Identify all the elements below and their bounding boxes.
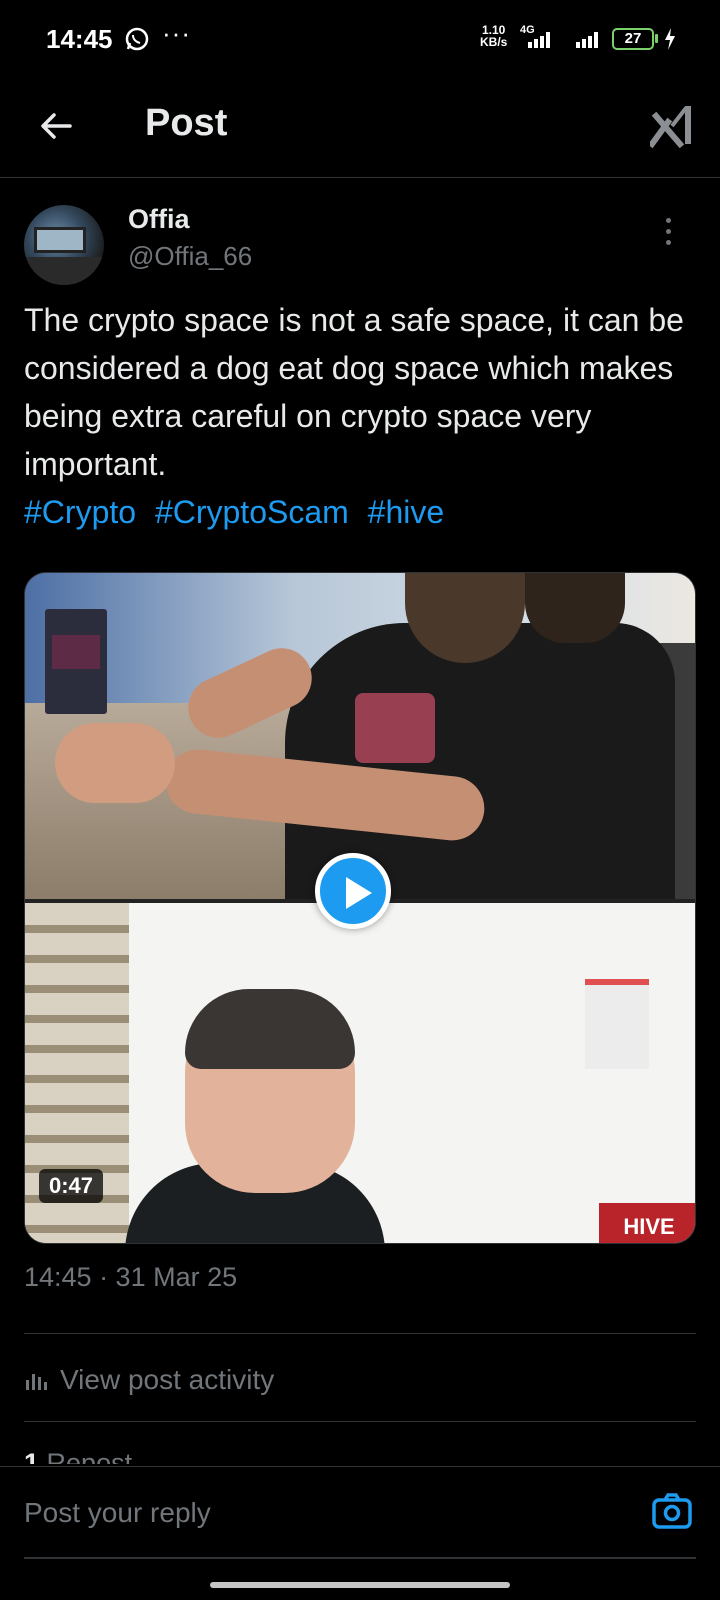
video-frame-bottom: HIVE (25, 903, 695, 1243)
post-timestamp: 14:45 · 31 Mar 25 (24, 1262, 238, 1292)
battery-icon (655, 34, 658, 43)
home-indicator[interactable] (210, 1582, 510, 1588)
hashtag-link[interactable]: #Crypto (24, 494, 136, 530)
more-options-icon[interactable] (660, 218, 676, 254)
divider (24, 1333, 696, 1334)
more-notifications-icon: ··· (162, 18, 191, 48)
whatsapp-icon (125, 27, 149, 51)
network-speed: 1.10 KB/s (480, 23, 508, 49)
author-handle[interactable]: @Offia_66 (128, 241, 252, 272)
reply-input[interactable]: Post your reply (24, 1497, 211, 1529)
back-arrow-icon[interactable] (34, 104, 78, 148)
signal-icon (576, 32, 598, 48)
hashtag-link[interactable]: #hive (368, 494, 445, 530)
video-player[interactable]: HIVE 0:47 (24, 572, 696, 1244)
reposts-count[interactable]: 1 Repost (24, 1448, 132, 1464)
post-text: The crypto space is not a safe space, it… (24, 302, 684, 482)
analytics-icon (26, 1374, 47, 1390)
video-duration: 0:47 (39, 1169, 104, 1203)
author-name[interactable]: Offia (128, 204, 190, 235)
hashtag-link[interactable]: #CryptoScam (155, 494, 349, 530)
camera-icon[interactable] (652, 1493, 692, 1529)
view-post-activity-link[interactable]: View post activity (24, 1360, 274, 1400)
reply-bar: Post your reply (0, 1466, 720, 1559)
charging-icon (665, 28, 675, 50)
avatar-image-detail (24, 257, 104, 285)
play-icon[interactable] (315, 853, 391, 929)
avatar-image (34, 227, 86, 253)
post-header: Post (0, 80, 720, 178)
signal-icon (528, 32, 550, 48)
status-bar: 14:45 ··· 1.10 KB/s 4G 27 (0, 0, 720, 80)
status-time: 14:45 (46, 24, 113, 54)
battery-level: 27 (612, 28, 654, 50)
activity-label: View post activity (60, 1364, 275, 1395)
avatar[interactable] (24, 205, 104, 285)
hashtag-list: #Crypto #CryptoScam #hive (24, 488, 454, 536)
page-title: Post (145, 102, 228, 144)
x-grok-icon[interactable] (650, 102, 694, 148)
hive-badge: HIVE (599, 1203, 695, 1243)
divider (24, 1421, 696, 1422)
arcade-machine-image (45, 609, 107, 714)
divider (24, 1557, 696, 1559)
